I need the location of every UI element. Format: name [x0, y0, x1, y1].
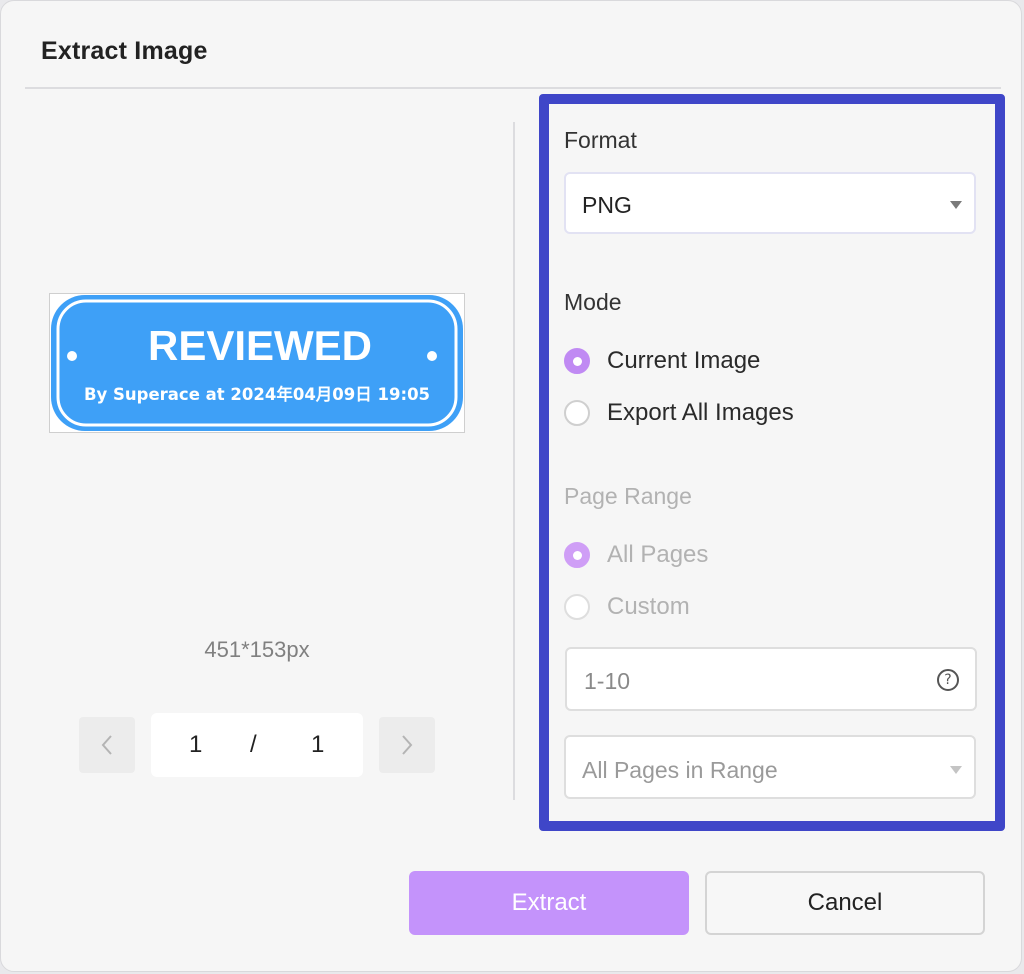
- stamp-subtitle: By Superace at 2024年04月09日 19:05: [84, 384, 430, 404]
- format-select[interactable]: PNG: [564, 172, 976, 234]
- page-range-all-pages-radio[interactable]: All Pages: [564, 539, 708, 571]
- radio-checked-icon: [564, 348, 590, 374]
- custom-range-value: 1-10: [584, 668, 631, 694]
- chevron-left-icon: [101, 735, 112, 755]
- stamp-title: REVIEWED: [148, 322, 372, 369]
- mode-label: Mode: [564, 289, 622, 315]
- mode-current-image-radio[interactable]: Current Image: [564, 345, 760, 377]
- page-separator: /: [250, 731, 257, 758]
- radio-checked-icon: [564, 542, 590, 568]
- total-pages: 1: [311, 731, 325, 758]
- title-divider: [25, 87, 1001, 89]
- format-label: Format: [564, 127, 637, 153]
- page-indicator: 1 / 1: [151, 713, 363, 777]
- pages-subset-select[interactable]: All Pages in Range: [564, 735, 976, 799]
- vertical-divider: [513, 122, 515, 800]
- extract-button[interactable]: Extract: [409, 871, 689, 935]
- image-size-label: 451*153px: [204, 637, 310, 662]
- mode-export-all-radio[interactable]: Export All Images: [564, 397, 794, 429]
- reviewed-stamp-image: REVIEWED By Superace at 2024年04月09日 19:0…: [51, 295, 463, 431]
- radio-unchecked-icon: [564, 594, 590, 620]
- format-select-value: PNG: [582, 192, 632, 218]
- caret-down-icon: [950, 766, 962, 774]
- image-preview: REVIEWED By Superace at 2024年04月09日 19:0…: [49, 293, 465, 433]
- prev-image-button[interactable]: [79, 717, 135, 773]
- dialog-title: Extract Image: [41, 37, 208, 65]
- custom-label: Custom: [607, 593, 690, 620]
- cancel-button[interactable]: Cancel: [705, 871, 985, 935]
- radio-unchecked-icon: [564, 400, 590, 426]
- next-image-button[interactable]: [379, 717, 435, 773]
- page-range-custom-radio[interactable]: Custom: [564, 591, 690, 623]
- extract-image-dialog: Extract Image REVIEWED By Superace at 20…: [0, 0, 1022, 972]
- page-range-label: Page Range: [564, 483, 692, 509]
- caret-down-icon: [950, 201, 962, 209]
- question-circle-icon[interactable]: ?: [937, 669, 959, 691]
- all-pages-label: All Pages: [607, 541, 709, 568]
- current-page: 1: [189, 731, 203, 758]
- mode-export-all-label: Export All Images: [607, 399, 794, 426]
- chevron-right-icon: [402, 735, 413, 755]
- custom-range-input[interactable]: 1-10 ?: [565, 647, 977, 711]
- pages-subset-value: All Pages in Range: [582, 757, 778, 783]
- mode-current-image-label: Current Image: [607, 347, 761, 374]
